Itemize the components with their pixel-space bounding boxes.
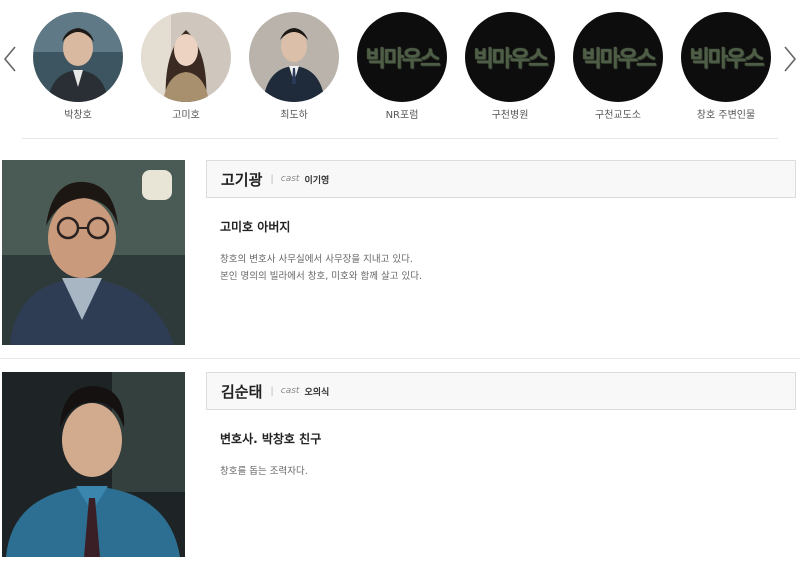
carousel-item-gucheon-hospital[interactable]: 빅마우스 구천병원: [465, 12, 555, 121]
chevron-left-icon[interactable]: [0, 44, 20, 74]
avatar: [33, 12, 123, 102]
character-name: 김순태: [221, 382, 263, 401]
section-divider: [0, 358, 800, 359]
bigmouth-logo: 빅마우스: [573, 12, 663, 102]
bigmouth-logo: 빅마우스: [465, 12, 555, 102]
actor-name: 오의식: [304, 387, 330, 398]
bigmouth-logo: 빅마우스: [681, 12, 771, 102]
chevron-right-icon[interactable]: [780, 44, 800, 74]
character-name: 고기광: [221, 170, 263, 189]
logo-text: 빅마우스: [365, 47, 441, 72]
logo-text: 빅마우스: [581, 47, 657, 72]
carousel-item-label: 구천병원: [491, 110, 529, 121]
section-divider: [22, 138, 778, 139]
carousel-item-go-miho[interactable]: 고미호: [141, 12, 231, 121]
cast-label: cast: [280, 386, 300, 396]
character-role: 고미호 아버지: [220, 220, 291, 234]
carousel-item-nr-forum[interactable]: 빅마우스 NR포럼: [357, 12, 447, 121]
carousel-item-park-changho[interactable]: 박창호: [33, 12, 123, 121]
character-photo: [2, 160, 185, 345]
character-description: 창호의 변호사 사무실에서 사무장을 지내고 있다. 본인 명의의 빌라에서 창…: [220, 251, 796, 285]
character-name-bar: 고기광 | cast 이기영: [206, 160, 796, 198]
carousel-item-label: NR포럼: [385, 110, 419, 121]
character-name-bar: 김순태 | cast 오의식: [206, 372, 796, 410]
carousel-item-label: 박창호: [64, 110, 92, 121]
carousel-item-label: 고미호: [172, 110, 200, 121]
carousel-item-label: 구천교도소: [595, 110, 641, 121]
avatar: [249, 12, 339, 102]
name-separator: |: [270, 173, 274, 185]
character-info: 고기광 | cast 이기영 고미호 아버지 창호의 변호사 사무실에서 사무장…: [206, 160, 796, 285]
carousel-item-label: 창호 주변인물: [696, 110, 756, 121]
description-line: 창호를 돕는 조력자다.: [220, 466, 308, 477]
character-role: 변호사. 박창호 친구: [220, 432, 322, 446]
character-info: 김순태 | cast 오의식 변호사. 박창호 친구 창호를 돕는 조력자다.: [206, 372, 796, 480]
avatar: [141, 12, 231, 102]
description-line: 창호의 변호사 사무실에서 사무장을 지내고 있다.: [220, 254, 413, 265]
bigmouth-logo: 빅마우스: [357, 12, 447, 102]
description-line: 본인 명의의 빌라에서 창호, 미호와 함께 살고 있다.: [220, 271, 422, 282]
carousel-item-choi-doha[interactable]: 최도하: [249, 12, 339, 121]
carousel-item-label: 최도하: [280, 110, 308, 121]
character-photo: [2, 372, 185, 557]
logo-text: 빅마우스: [473, 47, 549, 72]
character-description: 창호를 돕는 조력자다.: [220, 463, 796, 480]
carousel-item-gucheon-prison[interactable]: 빅마우스 구천교도소: [573, 12, 663, 121]
carousel-item-changho-associates[interactable]: 빅마우스 창호 주변인물: [681, 12, 771, 121]
name-separator: |: [270, 385, 274, 397]
character-carousel: 박창호 고미호 최도하 빅마우스 NR포럼 빅마우스 구천병원 빅마우스 구천교…: [0, 0, 800, 125]
cast-label: cast: [280, 174, 300, 184]
actor-name: 이기영: [304, 175, 330, 186]
logo-text: 빅마우스: [689, 47, 765, 72]
